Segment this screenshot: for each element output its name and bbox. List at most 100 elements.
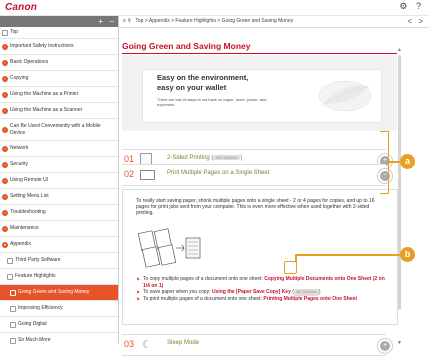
title-divider xyxy=(122,53,397,54)
canon-logo: Canon xyxy=(5,2,38,13)
sidebar-item-label: Security xyxy=(10,161,29,167)
breadcrumb-bar: ≡ ⚲ Top > Appendix > Feature Highlights … xyxy=(119,16,429,28)
sidebar-item-label: Maintenance xyxy=(10,225,39,231)
section-title: 2-Sided Printing (MF 2###dw) xyxy=(167,155,243,162)
sidebar-item-top[interactable]: Top xyxy=(0,27,118,39)
chevron-right-icon: › xyxy=(2,75,8,82)
scroll-thumb[interactable] xyxy=(398,55,401,310)
link-printing-multiple[interactable]: Printing Multiple Pages onto One Sheet xyxy=(263,296,357,302)
sidebar-item-important-safety-instructions[interactable]: › Important Safety Instructions xyxy=(0,39,118,55)
chevron-right-icon: › xyxy=(2,209,8,216)
sidebar-item-label: Third Party Software xyxy=(15,257,61,263)
sidebar-item-third-party-software[interactable]: Third Party Software xyxy=(0,253,118,269)
sidebar-item-label: Using the Machine as a Scanner xyxy=(10,107,83,113)
collapse-all-icon[interactable]: − xyxy=(109,17,114,26)
sidebar-item-using-remote-ui[interactable]: › Using Remote UI xyxy=(0,173,118,189)
leaf-illustration xyxy=(318,80,372,112)
sidebar-item-label: Top xyxy=(10,29,19,35)
section-sleep-mode[interactable]: 03 ☾ Sleep Mode + xyxy=(122,334,392,356)
callout-b-highlight xyxy=(284,261,297,274)
sidebar-item-going-digital[interactable]: Going Digital xyxy=(0,317,118,333)
banner-headline-1: Easy on the environment, xyxy=(157,73,249,82)
expand-toggle-icon[interactable]: + xyxy=(378,339,392,353)
sidebar-item-label: Going Digital xyxy=(18,321,47,327)
chevron-right-icon: › xyxy=(2,107,8,114)
bullet-list: To copy multiple pages of a document ont… xyxy=(137,276,392,302)
sidebar-item-basic-operations[interactable]: › Basic Operations xyxy=(0,55,118,71)
section-number: 03 xyxy=(124,339,135,349)
chevron-right-icon: › xyxy=(2,193,8,200)
banner-description: There are lots of ways to cut back on pa… xyxy=(157,97,267,107)
prev-page-button[interactable]: < xyxy=(407,17,412,26)
banner-headline-2: easy on your wallet xyxy=(157,83,227,92)
search-icon[interactable]: ⚲ xyxy=(127,18,131,24)
help-icon[interactable]: ? xyxy=(416,1,421,11)
sidebar-item-so-much-more[interactable]: So Much More xyxy=(0,333,118,344)
square-icon xyxy=(10,337,16,344)
chevron-right-icon: › xyxy=(2,59,8,66)
sidebar-header: + − xyxy=(0,16,118,27)
sidebar-item-security[interactable]: › Security xyxy=(0,157,118,173)
banner: Easy on the environment, easy on your wa… xyxy=(122,55,397,131)
section-title: Print Multiple Pages on a Single Sheet xyxy=(167,170,270,176)
sidebar-item-setting-menu-list[interactable]: › Setting Menu List xyxy=(0,189,118,205)
sidebar-item-label: Going Green and Saving Money xyxy=(18,289,90,295)
banner-card: Easy on the environment, easy on your wa… xyxy=(142,69,382,123)
top-icons: ⚙ ? xyxy=(393,1,421,12)
top-bar: Canon ⚙ ? xyxy=(0,0,429,16)
section-description: To really start saving paper, shrink mul… xyxy=(136,198,375,216)
expand-all-icon[interactable]: + xyxy=(98,17,103,26)
sidebar-item-can-be-used-conveniently-with-a-mobile-device[interactable]: › Can Be Used Conveniently with a Mobile … xyxy=(0,119,118,141)
sidebar-item-label: Network xyxy=(10,145,29,151)
sidebar-item-troubleshooting[interactable]: › Troubleshooting xyxy=(0,205,118,221)
scroll-down-icon[interactable]: ▼ xyxy=(397,340,402,346)
chevron-right-icon: › xyxy=(2,145,8,152)
sidebar-item-label: Setting Menu List xyxy=(10,193,49,199)
breadcrumb: ≡ ⚲ Top > Appendix > Feature Highlights … xyxy=(123,16,293,27)
sidebar-item-maintenance[interactable]: › Maintenance xyxy=(0,221,118,237)
model-tag: MF 2###dw xyxy=(213,155,241,160)
callout-a-line xyxy=(388,161,400,163)
moon-icon: ☾ xyxy=(142,339,152,351)
chevron-right-icon: › xyxy=(2,43,8,50)
sidebar-item-going-green-and-saving-money[interactable]: Going Green and Saving Money xyxy=(0,285,118,301)
square-icon xyxy=(7,257,13,264)
content-scrollbar[interactable]: ▲ ▼ xyxy=(397,47,403,346)
callout-a-bracket xyxy=(380,131,389,194)
sidebar-item-feature-highlights[interactable]: Feature Highlights xyxy=(0,269,118,285)
sidebar-item-label: Using Remote UI xyxy=(10,177,49,183)
sidebar-item-label: Important Safety Instructions xyxy=(10,43,74,49)
chevron-right-icon: › xyxy=(2,177,8,184)
section-number: 02 xyxy=(124,169,135,179)
bullet-item: To print multiple pages of a document on… xyxy=(137,296,392,303)
breadcrumb-text[interactable]: Top > Appendix > Feature Highlights > Go… xyxy=(135,18,293,24)
callout-a: a xyxy=(400,154,415,169)
sidebar-item-copying[interactable]: › Copying xyxy=(0,71,118,87)
chevron-down-icon: ▾ xyxy=(2,241,8,248)
sidebar-item-label: Improving Efficiency xyxy=(18,305,63,311)
square-icon xyxy=(10,321,16,328)
callout-b: b xyxy=(400,247,415,262)
scroll-up-icon[interactable]: ▲ xyxy=(397,47,402,53)
sidebar: + − Top › Important Safety Instructions › Ba… xyxy=(0,16,119,344)
page-nav: < > xyxy=(403,16,423,27)
sidebar-item-using-the-machine-as-a-scanner[interactable]: › Using the Machine as a Scanner xyxy=(0,103,118,119)
link-paper-save-copy[interactable]: Using the [Paper Save Copy] Key xyxy=(212,289,291,295)
section-expanded-content: To really start saving paper, shrink mul… xyxy=(122,189,398,325)
multiple-pages-illustration xyxy=(137,228,201,268)
sidebar-item-using-the-machine-as-a-printer[interactable]: › Using the Machine as a Printer xyxy=(0,87,118,103)
chevron-right-icon: › xyxy=(2,225,8,232)
callout-b-line-h xyxy=(295,254,400,256)
sidebar-item-label: So Much More xyxy=(18,337,51,343)
sidebar-item-label: Appendix xyxy=(10,241,31,247)
sidebar-item-appendix[interactable]: ▾ Appendix xyxy=(0,237,118,253)
chevron-right-icon: › xyxy=(2,126,8,133)
menu-icon[interactable]: ≡ xyxy=(123,18,126,24)
section-multiple-pages[interactable]: 02 Print Multiple Pages on a Single Shee… xyxy=(122,164,392,186)
sidebar-item-label: Troubleshooting xyxy=(10,209,46,215)
next-page-button[interactable]: > xyxy=(418,17,423,26)
sidebar-item-improving-efficiency[interactable]: Improving Efficiency xyxy=(0,301,118,317)
sidebar-item-network[interactable]: › Network xyxy=(0,141,118,157)
gear-icon[interactable]: ⚙ xyxy=(399,1,407,11)
chevron-right-icon: › xyxy=(2,161,8,168)
